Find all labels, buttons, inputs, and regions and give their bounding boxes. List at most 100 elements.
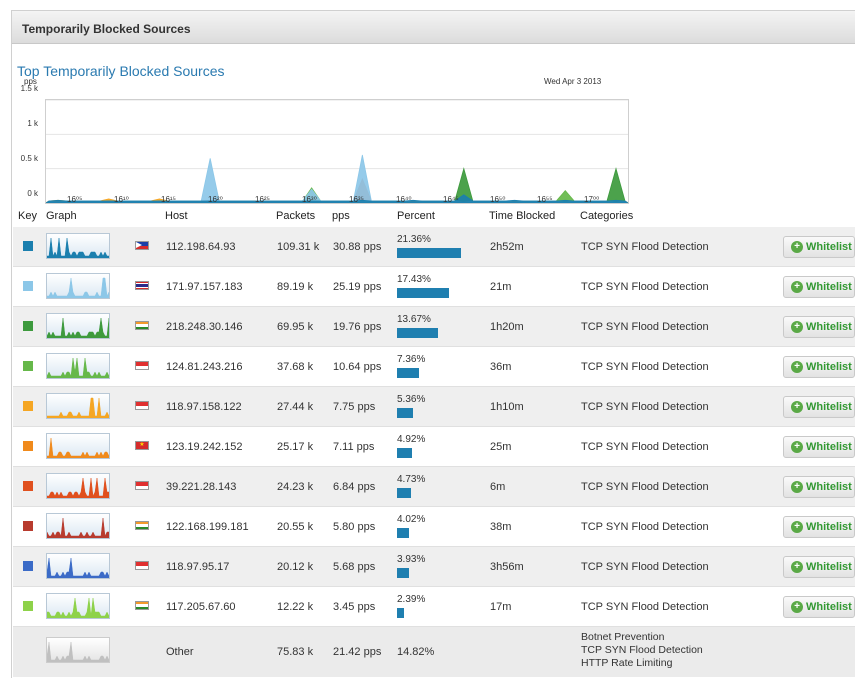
table-row[interactable]: 171.97.157.183 89.19 k 25.19 pps 17.43% … [13,267,855,307]
col-packets[interactable]: Packets [276,210,315,222]
plus-icon: + [791,561,803,573]
col-percent[interactable]: Percent [397,210,435,222]
percent-value: 13.67% [397,314,431,325]
plus-icon: + [791,281,803,293]
col-pps[interactable]: pps [332,210,350,222]
whitelist-label: Whitelist [806,321,852,333]
category-value: TCP SYN Flood Detection [581,521,709,533]
plus-icon: + [791,441,803,453]
series-color-key [23,441,33,451]
pps-value: 5.68 pps [333,561,376,573]
table-row[interactable]: 117.205.67.60 12.22 k 3.45 pps 2.39% 17m… [13,587,855,627]
col-key: Key [18,210,37,222]
percent-value: 2.39% [397,594,426,605]
series-color-key [23,321,33,331]
whitelist-button[interactable]: + Whitelist [783,436,855,458]
series-color-key [23,241,33,251]
table-row[interactable]: 122.168.199.181 20.55 k 5.80 pps 4.02% 3… [13,507,855,547]
x-tick-label: 16²⁰ [208,195,223,204]
category-value: HTTP Rate Limiting [581,657,673,669]
whitelist-button[interactable]: + Whitelist [783,476,855,498]
whitelist-button[interactable]: + Whitelist [783,276,855,298]
time-blocked-value: 6m [490,481,506,493]
host-address[interactable]: 118.97.95.17 [166,561,229,573]
country-flag-icon [135,321,149,330]
table-row[interactable]: 39.221.28.143 24.23 k 6.84 pps 4.73% 6m … [13,467,855,507]
percent-bar [397,488,412,498]
packets-value: 20.55 k [277,521,314,533]
table-row-other: Other 75.83 k 21.42 pps 14.82% Botnet Pr… [13,627,855,677]
table-row[interactable]: ★ 123.19.242.152 25.17 k 7.11 pps 4.92% … [13,427,855,467]
table-row[interactable]: 118.97.95.17 20.12 k 5.68 pps 3.93% 3h56… [13,547,855,587]
category-value: TCP SYN Flood Detection [581,601,709,613]
plus-icon: + [791,361,803,373]
host-address[interactable]: 117.205.67.60 [166,601,236,613]
whitelist-button[interactable]: + Whitelist [783,236,855,258]
plus-icon: + [791,241,803,253]
country-flag-icon [135,401,149,410]
series-color-key [23,521,33,531]
sparkline-svg [46,277,110,298]
sparkline-graph [46,353,110,379]
country-flag-icon [135,601,149,610]
whitelist-button[interactable]: + Whitelist [783,356,855,378]
col-time-blocked[interactable]: Time Blocked [489,210,555,222]
col-categories[interactable]: Categories [580,210,633,222]
percent-bar [397,568,409,578]
col-host[interactable]: Host [165,210,188,222]
percent-value: 4.73% [397,474,426,485]
host-address[interactable]: 171.97.157.183 [166,281,242,293]
chart-title: Top Temporarily Blocked Sources [17,63,225,79]
sparkline-graph [46,473,110,499]
packets-value: 109.31 k [277,241,320,253]
category-value: TCP SYN Flood Detection [581,401,709,413]
time-blocked-value: 36m [490,361,512,373]
whitelist-button[interactable]: + Whitelist [783,516,855,538]
percent-bar [397,248,462,258]
panel-title: Temporarily Blocked Sources [22,22,191,36]
sparkline-svg [46,597,110,618]
host-address[interactable]: 118.97.158.122 [166,401,242,413]
y-tick: 0 k [27,189,38,198]
whitelist-button[interactable]: + Whitelist [783,596,855,618]
series-color-key [23,401,33,411]
blocked-sources-panel: Temporarily Blocked Sources Top Temporar… [11,10,855,678]
pps-value: 6.84 pps [333,481,376,493]
time-blocked-value: 3h56m [490,561,524,573]
x-tick-label: 16³⁵ [349,195,364,204]
host-address[interactable]: 112.198.64.93 [166,241,236,253]
whitelist-button[interactable]: + Whitelist [783,316,855,338]
whitelist-label: Whitelist [806,561,852,573]
percent-bar [397,408,414,418]
whitelist-button[interactable]: + Whitelist [783,396,855,418]
category-value: TCP SYN Flood Detection [581,361,709,373]
time-blocked-value: 38m [490,521,512,533]
x-tick-label: 16⁵⁵ [537,195,553,204]
table-row[interactable]: 124.81.243.216 37.68 k 10.64 pps 7.36% 3… [13,347,855,387]
x-tick-label: 16⁴⁰ [396,195,412,204]
host-address[interactable]: 123.19.242.152 [166,441,242,453]
table-row[interactable]: 112.198.64.93 109.31 k 30.88 pps 21.36% … [13,227,855,267]
y-tick: 0.5 k [20,154,38,163]
percent-value: 5.36% [397,394,426,405]
whitelist-label: Whitelist [806,281,852,293]
host-address[interactable]: 39.221.28.143 [166,481,236,493]
sparkline-graph [46,637,110,663]
series-color-key [23,561,33,571]
table-row[interactable]: 118.97.158.122 27.44 k 7.75 pps 5.36% 1h… [13,387,855,427]
sparkline-graph [46,553,110,579]
host-address[interactable]: 122.168.199.181 [166,521,249,533]
percent-bar [397,608,405,618]
percent-bar [397,368,420,378]
plus-icon: + [791,521,803,533]
pps-value: 3.45 pps [333,601,376,613]
host-address[interactable]: 124.81.243.216 [166,361,242,373]
category-value: TCP SYN Flood Detection [581,241,709,253]
table-row[interactable]: 218.248.30.146 69.95 k 19.76 pps 13.67% … [13,307,855,347]
host-address[interactable]: 218.248.30.146 [166,321,242,333]
pps-value: 25.19 pps [333,281,382,293]
whitelist-button[interactable]: + Whitelist [783,556,855,578]
category-value: TCP SYN Flood Detection [581,281,709,293]
x-tick-label: 16²⁵ [255,195,270,204]
packets-value: 24.23 k [277,481,314,493]
